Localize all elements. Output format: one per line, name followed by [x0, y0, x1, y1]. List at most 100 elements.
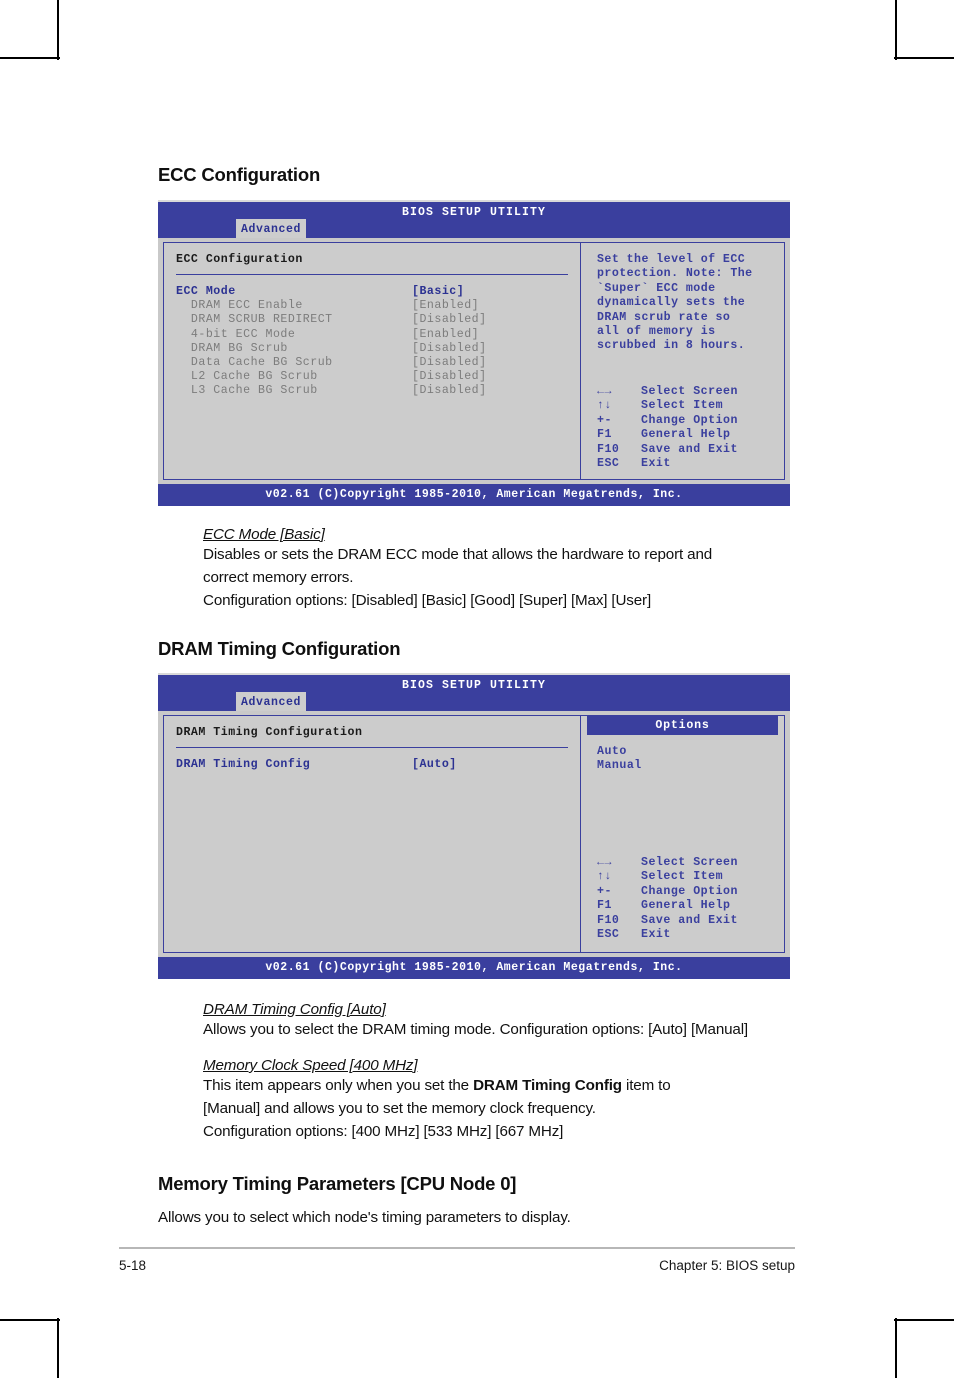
bios-option-list-2: DRAM Timing Config [Auto] — [176, 758, 568, 772]
legend-action: Exit — [641, 928, 671, 942]
bios-row-value: [Auto] — [412, 758, 457, 771]
bios-row-dram-bg-scrub[interactable]: DRAM BG Scrub [Disabled] — [176, 342, 568, 356]
bios-key-legend-1: ←→ Select Screen ↑↓ Select Item +- Chang… — [597, 385, 738, 471]
legend-key: F1 — [597, 899, 612, 913]
legend-save-and-exit: F10 Save and Exit — [597, 914, 738, 928]
ecc-desc-line-2: correct memory errors. — [203, 569, 354, 586]
memory-timing-desc: Allows you to select which node's timing… — [158, 1209, 571, 1226]
bios-row-label: DRAM BG Scrub — [176, 341, 288, 355]
page-content: ECC Configuration BIOS SETUP UTILITY Adv… — [158, 0, 794, 1229]
legend-action: Change Option — [641, 884, 738, 898]
legend-action: Exit — [641, 457, 671, 471]
legend-action: Select Item — [641, 399, 724, 413]
legend-action: Select Screen — [641, 385, 738, 398]
bios-settings-pane-2: DRAM Timing Configuration DRAM Timing Co… — [163, 715, 580, 953]
memory-clock-speed-block: Memory Clock Speed [400 MHz] This item a… — [203, 1057, 794, 1143]
bios-row-value: [Disabled] — [412, 313, 487, 327]
bios-row-l2-cache-bg-scrub[interactable]: L2 Cache BG Scrub [Disabled] — [176, 370, 568, 384]
bios-body-1: ECC Configuration ECC Mode [Basic] DRAM … — [158, 238, 790, 484]
legend-exit: ESC Exit — [597, 457, 738, 471]
legend-select-screen: ←→ Select Screen — [597, 385, 738, 399]
dram-item2-desc-line-1: This item appears only when you set the … — [203, 1074, 794, 1097]
bios-row-label: L3 Cache BG Scrub — [176, 384, 318, 398]
option-item-manual[interactable]: Manual — [597, 759, 774, 773]
dram-item2-desc-line-3: Configuration options: [400 MHz] [533 MH… — [203, 1123, 564, 1140]
bios-key-legend-2: ←→ Select Screen ↑↓ Select Item +- Chang… — [597, 856, 738, 942]
legend-select-screen: ←→ Select Screen — [597, 856, 738, 870]
legend-key: ←→ — [597, 385, 612, 398]
legend-key: ↑↓ — [597, 870, 612, 884]
bios-row-value: [Disabled] — [412, 341, 487, 355]
bios-tab-advanced-1[interactable]: Advanced — [236, 219, 307, 238]
legend-select-item: ↑↓ Select Item — [597, 399, 738, 413]
bios-row-dram-timing-config[interactable]: DRAM Timing Config [Auto] — [176, 758, 568, 772]
legend-key: ESC — [597, 928, 620, 942]
legend-action: Select Item — [641, 870, 724, 884]
bios-row-ecc-mode[interactable]: ECC Mode [Basic] — [176, 285, 568, 299]
legend-key: ESC — [597, 457, 620, 471]
bios-header-2: BIOS SETUP UTILITY Advanced — [158, 675, 790, 711]
dram-timing-config-block: DRAM Timing Config [Auto] Allows you to … — [203, 1001, 794, 1041]
legend-key: F1 — [597, 428, 612, 442]
legend-action: Select Screen — [641, 856, 738, 869]
legend-action: Save and Exit — [641, 913, 738, 927]
bios-screen-ecc: BIOS SETUP UTILITY Advanced ECC Configur… — [158, 200, 790, 506]
legend-key: +- — [597, 413, 612, 427]
options-header: Options — [587, 716, 778, 735]
bios-utility-title-1: BIOS SETUP UTILITY — [401, 206, 547, 219]
legend-general-help: F1 General Help — [597, 428, 738, 442]
bios-row-label: Data Cache BG Scrub — [176, 356, 333, 370]
legend-key: F10 — [597, 442, 620, 456]
ecc-item-title: ECC Mode [Basic] — [203, 526, 325, 543]
footer-chapter-label: Chapter 5: BIOS setup — [659, 1258, 795, 1273]
desc-part-b: item to — [621, 1077, 671, 1094]
pane-divider-2 — [176, 747, 568, 748]
pane-title-dram: DRAM Timing Configuration — [176, 726, 363, 739]
legend-action: Change Option — [641, 413, 738, 427]
options-list: Auto Manual — [597, 745, 774, 774]
bios-option-list-1: ECC Mode [Basic] DRAM ECC Enable [Enable… — [176, 285, 568, 399]
bios-header-1: BIOS SETUP UTILITY Advanced — [158, 202, 790, 238]
bios-body-2: DRAM Timing Configuration DRAM Timing Co… — [158, 711, 790, 957]
bios-help-pane-1: Set the level of ECC protection. Note: T… — [580, 242, 785, 480]
footer-divider — [119, 1247, 795, 1249]
bios-row-dram-ecc-enable[interactable]: DRAM ECC Enable [Enabled] — [176, 299, 568, 313]
legend-key: ↑↓ — [597, 399, 612, 413]
bios-row-label: 4-bit ECC Mode — [176, 327, 296, 341]
bios-row-l3-cache-bg-scrub[interactable]: L3 Cache BG Scrub [Disabled] — [176, 384, 568, 398]
heading-memory-timing-parameters: Memory Timing Parameters [CPU Node 0] — [158, 1173, 517, 1194]
legend-exit: ESC Exit — [597, 928, 738, 942]
bios-row-value: [Basic] — [412, 285, 465, 298]
legend-general-help: F1 General Help — [597, 899, 738, 913]
ecc-desc-line-3: Configuration options: [Disabled] [Basic… — [203, 592, 652, 609]
bios-row-value: [Disabled] — [412, 384, 487, 398]
bios-row-dram-scrub-redirect[interactable]: DRAM SCRUB REDIRECT [Disabled] — [176, 313, 568, 327]
legend-key: ←→ — [597, 856, 612, 869]
ecc-description-block: ECC Mode [Basic] Disables or sets the DR… — [203, 526, 794, 612]
footer-page-number: 5-18 — [119, 1258, 147, 1273]
bios-row-value: [Enabled] — [412, 327, 480, 341]
legend-change-option: +- Change Option — [597, 414, 738, 428]
bios-row-value: [Disabled] — [412, 356, 487, 370]
dram-item2-title: Memory Clock Speed [400 MHz] — [203, 1057, 418, 1074]
option-item-auto[interactable]: Auto — [597, 745, 774, 759]
bios-row-value: [Enabled] — [412, 299, 480, 313]
legend-key: +- — [597, 884, 612, 898]
bios-footer-1: v02.61 (C)Copyright 1985-2010, American … — [158, 484, 790, 506]
legend-save-and-exit: F10 Save and Exit — [597, 443, 738, 457]
legend-action: General Help — [641, 899, 731, 913]
bios-row-label: L2 Cache BG Scrub — [176, 370, 318, 384]
desc-part-bold: DRAM Timing Config — [473, 1077, 622, 1094]
ecc-desc-line-1: Disables or sets the DRAM ECC mode that … — [203, 546, 713, 563]
bios-row-data-cache-bg-scrub[interactable]: Data Cache BG Scrub [Disabled] — [176, 356, 568, 370]
bios-tab-advanced-2[interactable]: Advanced — [236, 692, 307, 711]
legend-change-option: +- Change Option — [597, 885, 738, 899]
bios-row-4bit-ecc-mode[interactable]: 4-bit ECC Mode [Enabled] — [176, 328, 568, 342]
bios-row-label: DRAM Timing Config — [176, 758, 311, 771]
bios-settings-pane-1: ECC Configuration ECC Mode [Basic] DRAM … — [163, 242, 580, 480]
bios-row-value: [Disabled] — [412, 370, 487, 384]
bios-screen-dram: BIOS SETUP UTILITY Advanced DRAM Timing … — [158, 673, 790, 979]
pane-title-ecc: ECC Configuration — [176, 253, 303, 266]
bios-footer-2: v02.61 (C)Copyright 1985-2010, American … — [158, 957, 790, 979]
heading-ecc-configuration: ECC Configuration — [158, 164, 321, 185]
